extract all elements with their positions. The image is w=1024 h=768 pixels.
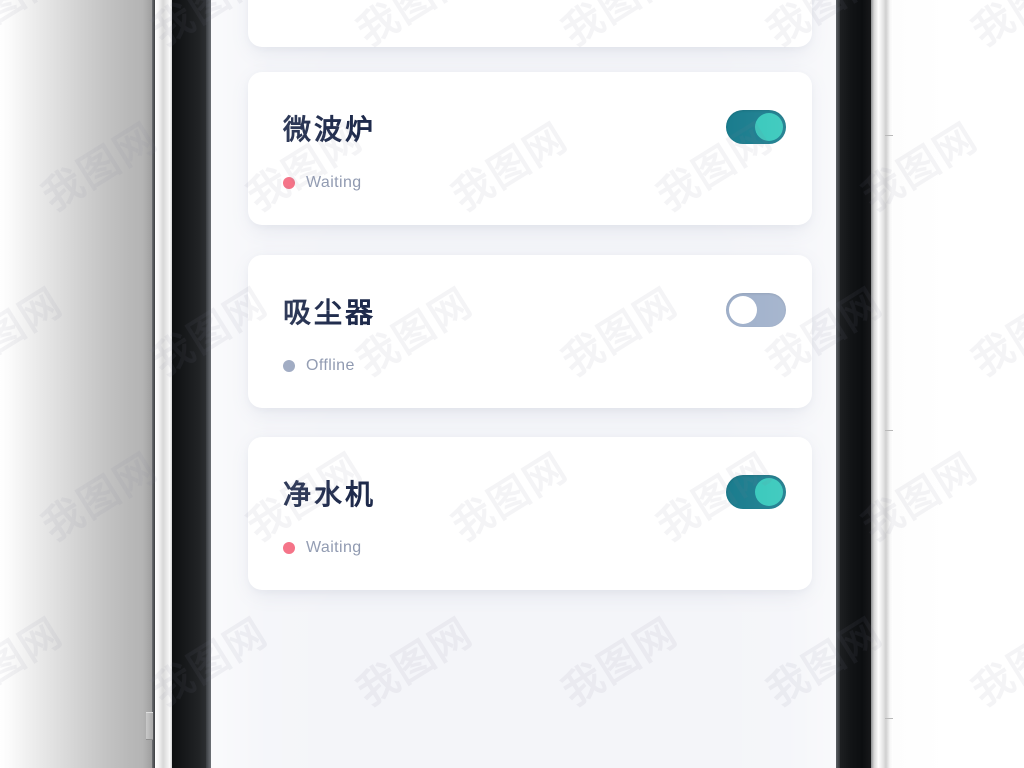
status-dot-offline <box>283 360 295 372</box>
device-name: 微波炉 <box>283 114 377 145</box>
device-power-toggle[interactable] <box>726 110 786 144</box>
device-status: Waiting <box>283 174 362 192</box>
device-card[interactable]: Active <box>248 0 812 47</box>
phone-bezel-right <box>840 0 871 768</box>
toggle-knob <box>729 296 757 324</box>
status-dot-waiting <box>283 542 295 554</box>
status-label: Active <box>306 0 352 2</box>
device-card[interactable]: 吸尘器 Offline <box>248 255 812 408</box>
device-name: 净水机 <box>283 479 377 510</box>
status-label: Offline <box>306 357 355 374</box>
device-status: Active <box>283 0 352 2</box>
toggle-knob <box>755 478 783 506</box>
background-right <box>893 0 1024 768</box>
device-power-toggle[interactable] <box>726 293 786 327</box>
phone-bezel-left <box>172 0 206 768</box>
status-label: Waiting <box>306 174 362 191</box>
device-status: Waiting <box>283 539 362 557</box>
phone-side-key-bottom <box>885 718 893 719</box>
device-side-panel <box>0 0 152 768</box>
phone-frame-right-silver <box>871 0 893 768</box>
status-dot-waiting <box>283 177 295 189</box>
phone-frame-left-silver <box>155 0 172 768</box>
screenshot-stage: Active 微波炉 Waiting 吸尘器 Offline <box>0 0 1024 768</box>
device-side-button[interactable] <box>146 712 153 740</box>
device-name: 吸尘器 <box>283 297 377 328</box>
device-card[interactable]: 净水机 Waiting <box>248 437 812 590</box>
phone-side-key-mid <box>885 430 893 431</box>
device-power-toggle[interactable] <box>726 475 786 509</box>
toggle-knob <box>755 113 783 141</box>
device-card[interactable]: 微波炉 Waiting <box>248 72 812 225</box>
phone-side-key-top <box>885 135 893 136</box>
phone-screen: Active 微波炉 Waiting 吸尘器 Offline <box>211 0 836 768</box>
status-label: Waiting <box>306 539 362 556</box>
device-status: Offline <box>283 357 355 375</box>
